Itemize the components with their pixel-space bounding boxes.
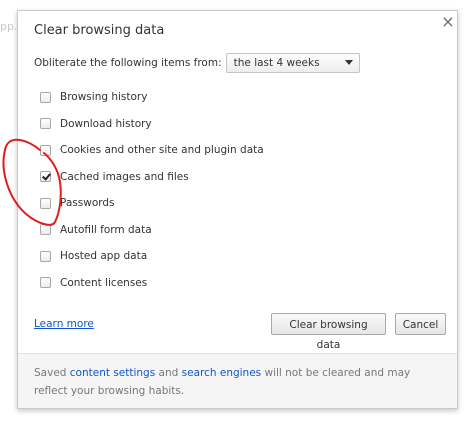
cached-images-checkbox[interactable] [40,171,51,183]
option-label: Browsing history [60,91,148,104]
clear-options-list: Browsing history Download history Cookie… [40,84,264,296]
dialog-footer: Saved content settings and search engine… [18,353,457,408]
option-passwords[interactable]: Passwords [40,190,264,217]
close-icon[interactable]: × [438,12,458,32]
option-label: Autofill form data [60,223,152,236]
option-label: Cookies and other site and plugin data [60,144,264,157]
chevron-down-icon [344,60,353,65]
page: pp.l × Clear browsing data Obliterate th… [0,0,474,421]
option-label: Hosted app data [60,250,148,263]
footer-note: Saved content settings and search engine… [34,364,439,400]
footer-middle: and [155,367,182,379]
content-licenses-checkbox[interactable] [40,277,51,289]
time-period-select[interactable]: the last 4 weeks [225,53,360,73]
cookies-checkbox[interactable] [40,144,51,156]
cancel-button[interactable]: Cancel [395,313,446,335]
option-content-licenses[interactable]: Content licenses [40,270,264,297]
learn-more-link[interactable]: Learn more [34,318,94,330]
clear-browsing-data-dialog: × Clear browsing data Obliterate the fol… [17,10,458,409]
option-autofill[interactable]: Autofill form data [40,217,264,244]
option-label: Content licenses [60,276,148,289]
passwords-checkbox[interactable] [40,197,51,209]
option-label: Cached images and files [60,170,189,183]
option-browsing-history[interactable]: Browsing history [40,84,264,111]
option-download-history[interactable]: Download history [40,111,264,138]
autofill-checkbox[interactable] [40,224,51,236]
time-period-label: Obliterate the following items from: [34,57,222,69]
option-cookies[interactable]: Cookies and other site and plugin data [40,137,264,164]
option-cached-images[interactable]: Cached images and files [40,164,264,191]
browsing-history-checkbox[interactable] [40,91,51,103]
option-label: Passwords [60,197,115,210]
footer-prefix: Saved [34,367,70,379]
search-engines-link[interactable]: search engines [182,367,262,379]
option-label: Download history [60,117,152,130]
clear-browsing-data-button[interactable]: Clear browsing data [271,313,386,351]
content-settings-link[interactable]: content settings [70,367,155,379]
time-period-row: Obliterate the following items from: the… [34,53,360,73]
dialog-title: Clear browsing data [34,23,165,38]
hosted-app-data-checkbox[interactable] [40,250,51,262]
download-history-checkbox[interactable] [40,118,51,130]
option-hosted-app-data[interactable]: Hosted app data [40,243,264,270]
time-period-value: the last 4 weeks [233,57,320,69]
